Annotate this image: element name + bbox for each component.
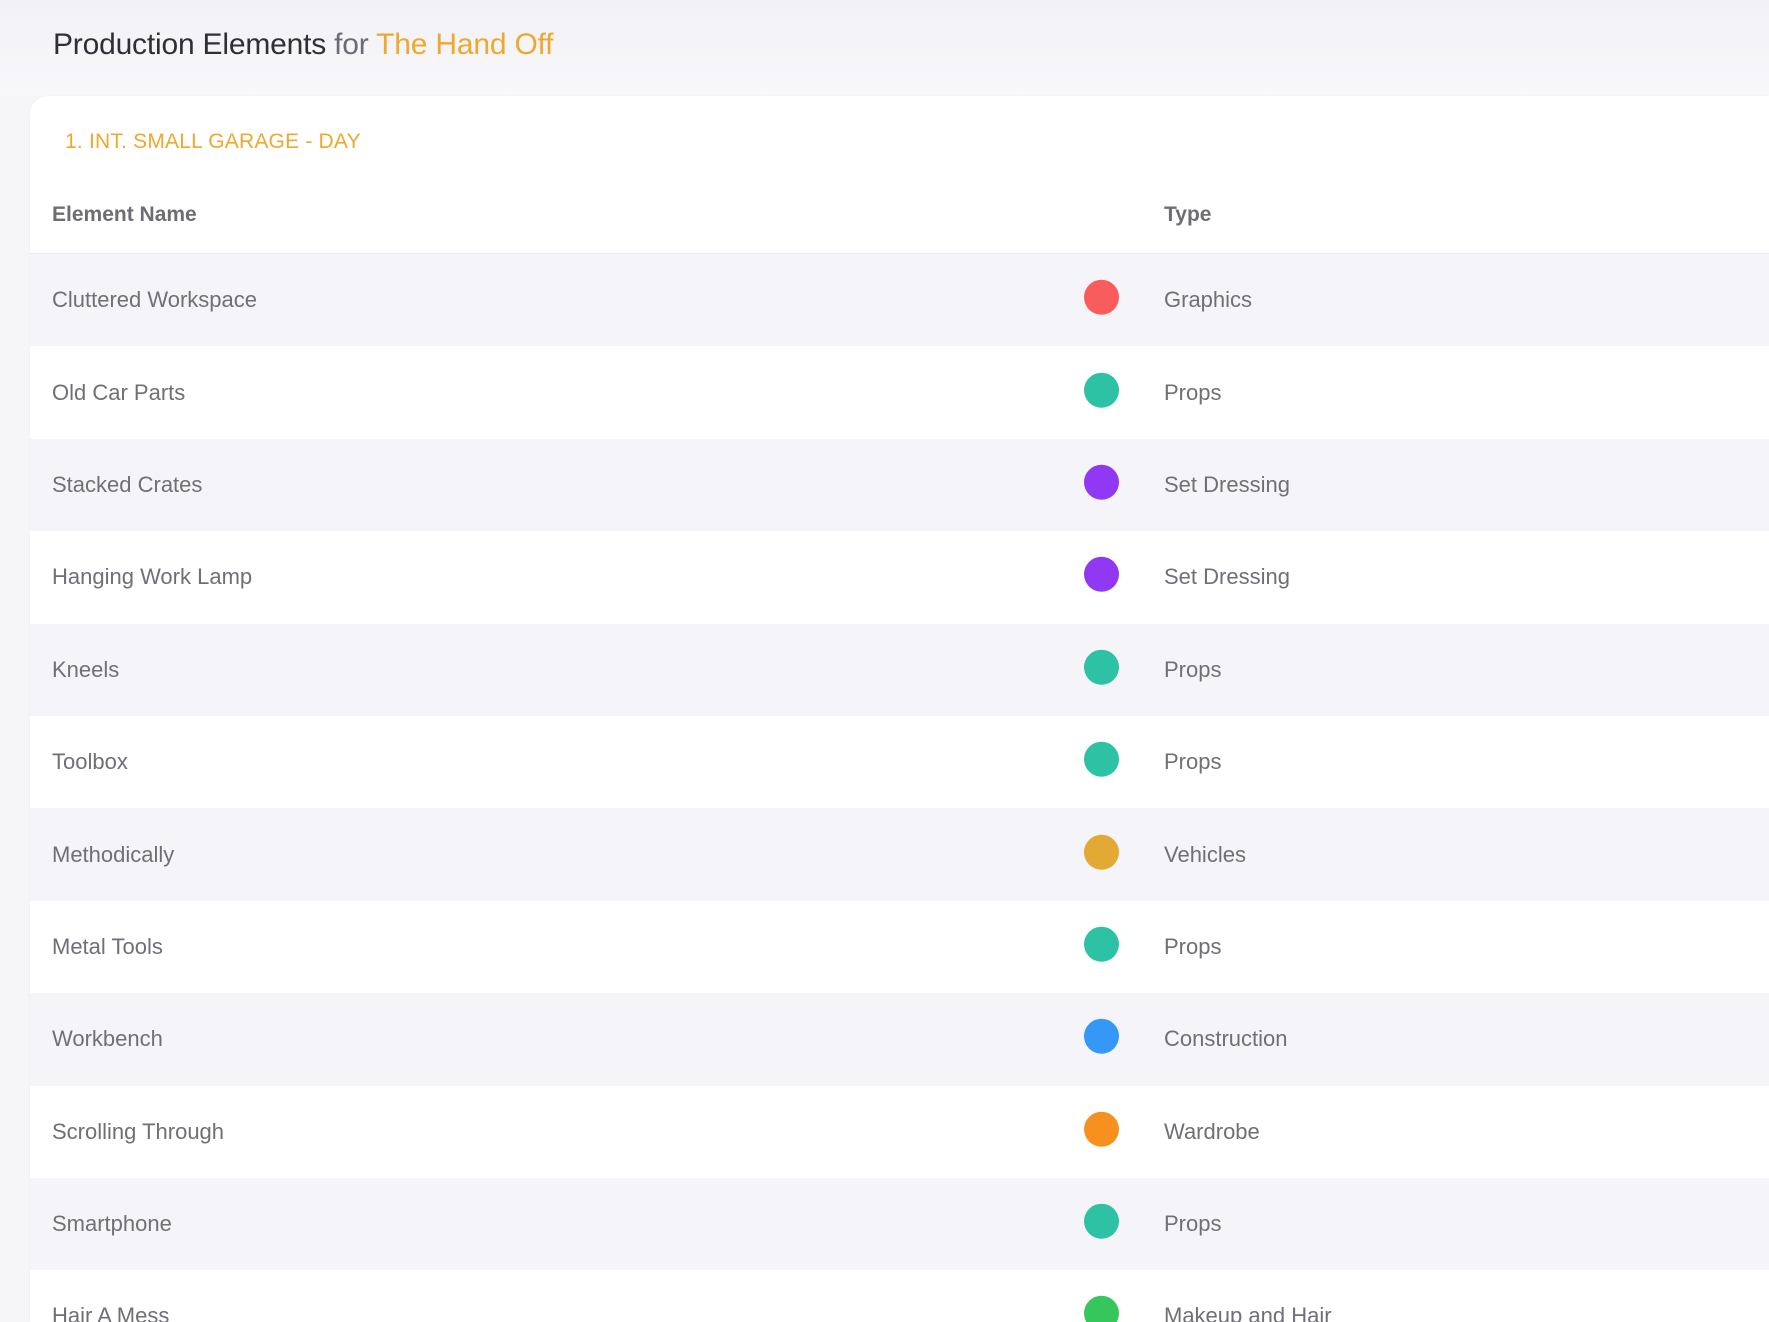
element-name: Smartphone <box>52 1211 172 1237</box>
type-color-dot-icon <box>1084 741 1119 777</box>
column-header-element-name[interactable]: Element Name <box>52 203 197 227</box>
project-name-link[interactable]: The Hand Off <box>376 28 553 61</box>
type-color-dot-icon <box>1084 834 1119 870</box>
element-type: Props <box>1164 1211 1222 1237</box>
table-row[interactable]: Methodically Vehicles <box>30 808 1769 901</box>
element-type: Vehicles <box>1164 841 1246 867</box>
type-color-dot-icon <box>1084 372 1119 408</box>
element-type: Props <box>1164 933 1222 959</box>
element-name: Metal Tools <box>52 933 163 959</box>
table-row[interactable]: Metal Tools Props <box>30 900 1769 994</box>
element-type: Set Dressing <box>1164 471 1290 497</box>
element-name: Old Car Parts <box>52 379 186 405</box>
table-row[interactable]: Kneels Props <box>30 623 1769 716</box>
element-name: Hanging Work Lamp <box>52 564 253 590</box>
column-header-type[interactable]: Type <box>1164 203 1211 227</box>
element-type: Props <box>1164 749 1222 775</box>
page-title-text: Production Elements <box>53 28 327 61</box>
element-type: Makeup and Hair <box>1164 1303 1332 1322</box>
element-name: Workbench <box>52 1026 163 1052</box>
element-type: Set Dressing <box>1164 564 1290 590</box>
element-name: Kneels <box>52 656 120 682</box>
page-title: Production Elements for The Hand Off <box>53 28 554 62</box>
element-type: Wardrobe <box>1164 1118 1260 1144</box>
table-row[interactable]: Workbench Construction <box>30 993 1769 1086</box>
type-color-dot-icon <box>1084 279 1119 315</box>
table-row[interactable]: Hair A Mess Makeup and Hair <box>30 1270 1769 1322</box>
element-type: Props <box>1164 379 1222 405</box>
scene-heading[interactable]: 1. INT. SMALL GARAGE - DAY <box>65 130 361 154</box>
type-color-dot-icon <box>1084 649 1119 685</box>
element-name: Hair A Mess <box>52 1303 170 1322</box>
elements-card: 1. INT. SMALL GARAGE - DAY Element Name … <box>30 96 1769 1322</box>
table-row[interactable]: Cluttered Workspace Graphics <box>30 254 1769 347</box>
type-color-dot-icon <box>1084 1296 1119 1322</box>
table-row[interactable]: Hanging Work Lamp Set Dressing <box>30 531 1769 624</box>
table-row[interactable]: Old Car Parts Props <box>30 346 1769 439</box>
type-color-dot-icon <box>1084 464 1119 500</box>
elements-table-body: Cluttered Workspace Graphics Old Car Par… <box>30 254 1769 1322</box>
table-row[interactable]: Toolbox Props <box>30 715 1769 809</box>
type-color-dot-icon <box>1084 1203 1119 1239</box>
type-color-dot-icon <box>1084 1111 1119 1147</box>
table-row[interactable]: Stacked Crates Set Dressing <box>30 438 1769 532</box>
page-header: Production Elements for The Hand Off <box>0 0 1769 96</box>
element-name: Methodically <box>52 841 175 867</box>
type-color-dot-icon <box>1084 926 1119 962</box>
element-name: Scrolling Through <box>52 1118 225 1144</box>
table-row[interactable]: Smartphone Props <box>30 1177 1769 1271</box>
element-name: Cluttered Workspace <box>52 287 258 313</box>
table-row[interactable]: Scrolling Through Wardrobe <box>30 1085 1769 1178</box>
type-color-dot-icon <box>1084 557 1119 593</box>
element-name: Toolbox <box>52 749 128 775</box>
type-color-dot-icon <box>1084 1019 1119 1055</box>
element-type: Construction <box>1164 1026 1288 1052</box>
element-name: Stacked Crates <box>52 471 203 497</box>
element-type: Graphics <box>1164 287 1253 313</box>
page-title-for: for <box>334 28 369 61</box>
element-type: Props <box>1164 656 1222 682</box>
